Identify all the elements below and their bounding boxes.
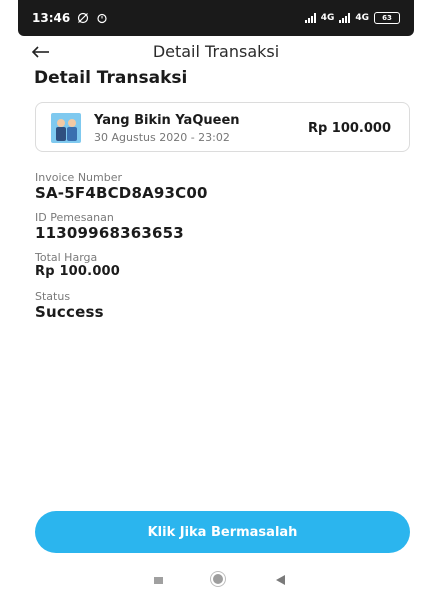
alarm-icon (97, 13, 107, 24)
transaction-thumbnail (51, 113, 81, 143)
signal-icon-1 (304, 13, 316, 23)
sync-off-icon (78, 12, 89, 24)
status-time: 13:46 (32, 11, 71, 25)
home-icon[interactable] (213, 574, 223, 584)
back-icon[interactable] (276, 575, 285, 585)
transaction-card[interactable]: Yang Bikin YaQueen 30 Agustus 2020 - 23:… (35, 102, 410, 152)
report-problem-button[interactable]: Klik Jika Bermasalah (35, 511, 410, 553)
order-id-value: 11309968363653 (35, 224, 184, 242)
transaction-name: Yang Bikin YaQueen (94, 113, 240, 128)
battery-level: 63 (382, 14, 392, 22)
network-type-1: 4G (320, 13, 335, 23)
recent-apps-icon[interactable] (154, 577, 163, 584)
app-bar-title: Detail Transaksi (152, 42, 280, 61)
app-bar: Detail Transaksi (0, 36, 432, 70)
status-right: 4G 4G 63 (304, 12, 400, 24)
status-label: Status (35, 290, 71, 303)
transaction-date: 30 Agustus 2020 - 23:02 (94, 131, 230, 144)
status-value: Success (35, 303, 104, 321)
total-price-label: Total Harga (35, 251, 98, 264)
invoice-number-label: Invoice Number (35, 171, 123, 184)
order-id-label: ID Pemesanan (35, 211, 114, 224)
status-bar: 13:46 4G 4G 63 (18, 0, 414, 36)
total-price-value: Rp 100.000 (35, 264, 121, 279)
signal-icon-2 (339, 13, 351, 23)
invoice-number-value: SA-5F4BCD8A93C00 (35, 184, 208, 202)
battery-icon: 63 (374, 12, 400, 24)
system-nav-bar (0, 570, 432, 594)
page-title: Detail Transaksi (34, 68, 188, 88)
status-left: 13:46 (32, 11, 108, 25)
transaction-amount: Rp 100.000 (307, 121, 391, 136)
network-type-2: 4G (355, 13, 369, 23)
